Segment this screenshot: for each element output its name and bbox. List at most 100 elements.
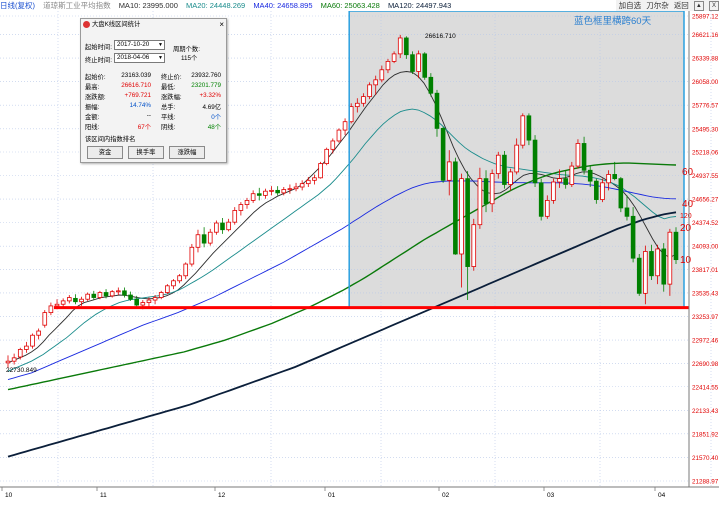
stat-label: 涨跌额: (85, 94, 106, 101)
candle-body (103, 292, 109, 297)
start-time-select[interactable]: 2017-10-20 ▼ (114, 40, 165, 50)
candle-body (189, 246, 195, 265)
candle-body (440, 127, 446, 181)
candle-body (422, 53, 428, 78)
candle-body (73, 297, 78, 303)
range-stats-dialog[interactable]: 大盘K线区间统计 × 起始时间: 2017-10-20 ▼ 终止时间: 2018-… (80, 18, 227, 163)
candle-body (502, 154, 507, 185)
candle-body (649, 251, 654, 277)
candle-body (624, 207, 630, 217)
candle-body (385, 61, 391, 71)
switch-button[interactable]: 刀尔杂 (646, 1, 669, 10)
candle-body (630, 215, 636, 259)
candle-body (220, 222, 225, 231)
stat-value: 0个 (211, 114, 221, 121)
candle-body (495, 154, 501, 175)
candle-body (606, 174, 611, 184)
candle-body (446, 161, 452, 181)
y-tick-label: 26058.00 (692, 79, 719, 86)
x-tick-label: 11 (100, 492, 107, 499)
start-time-value: 2017-10-20 (117, 41, 150, 48)
candle-body (281, 189, 287, 194)
dialog-titlebar[interactable]: 大盘K线区间统计 × (81, 19, 226, 30)
candle-body (557, 178, 562, 183)
stat-label: 最低: (161, 84, 176, 91)
candle-body (618, 178, 624, 209)
candle-body (109, 291, 115, 297)
candle-body (97, 292, 103, 298)
candle (367, 82, 372, 100)
candle (42, 310, 48, 328)
period-label[interactable]: 日线(复权) (0, 1, 35, 10)
candle-body (177, 275, 182, 282)
period-count-value: 115个 (181, 55, 198, 62)
return-button[interactable]: 返回 (674, 1, 689, 10)
candle-body (275, 189, 280, 194)
y-tick-label: 25897.12 (692, 14, 719, 21)
ma10-label: MA10: 23995.000 (118, 1, 178, 10)
candle-body (416, 53, 421, 72)
candle (189, 243, 195, 267)
candle-body (581, 143, 587, 171)
candle-body (587, 169, 593, 182)
candle-body (24, 345, 29, 350)
stat-value: 23163.039 (121, 72, 151, 79)
candle-body (214, 222, 219, 233)
low-marker: 22730.849 (6, 367, 37, 374)
indicator-name: 道琼斯工业平均指数 (43, 1, 111, 10)
candle-body (563, 178, 568, 185)
ma-value-label: 10 (680, 255, 692, 266)
candle-body (428, 76, 434, 94)
candle-body (134, 298, 139, 306)
candle (422, 52, 428, 80)
stat-value: 48个 (207, 124, 221, 131)
candle-body (643, 251, 648, 294)
end-time-value: 2018-04-06 (117, 54, 150, 61)
change-button[interactable]: 涨跌幅 (169, 146, 205, 159)
candle-body (207, 231, 213, 244)
candle-body (361, 96, 366, 104)
candle (538, 178, 544, 221)
end-time-label: 终止时间: (85, 57, 112, 64)
dialog-title: 大盘K线区间统计 (92, 21, 141, 28)
app-icon (83, 21, 90, 28)
candle (520, 113, 526, 149)
candle-body (152, 297, 158, 301)
candle-body (367, 84, 372, 97)
candle-body (673, 231, 679, 261)
ma60-label: MA60: 25063.428 (320, 1, 380, 10)
y-tick-label: 24937.55 (692, 173, 719, 180)
end-time-select[interactable]: 2018-04-06 ▼ (114, 53, 165, 63)
stat-value: -- (146, 112, 151, 119)
turnover-button[interactable]: 换手率 (128, 146, 164, 159)
candle (30, 333, 35, 349)
add-favorite-button[interactable]: 加自选 (619, 1, 642, 10)
candle-body (410, 54, 415, 72)
capital-button[interactable]: 资金 (87, 146, 123, 159)
candle (324, 147, 329, 166)
ma120-label: MA120: 24497.943 (387, 1, 452, 10)
close-icon[interactable]: X (709, 1, 719, 12)
candle-body (483, 178, 489, 205)
candle-body (17, 349, 23, 358)
ma20-label: MA20: 24448.269 (186, 1, 246, 10)
stat-value: 26616.710 (121, 82, 151, 89)
candle (502, 151, 507, 189)
candle-body (520, 115, 526, 146)
y-tick-label: 22972.46 (692, 338, 719, 345)
candle-body (575, 143, 581, 167)
candle-body (250, 193, 256, 201)
x-tick-label: 10 (5, 492, 13, 499)
candle (618, 176, 624, 213)
start-time-label: 起始时间: (85, 44, 112, 51)
scroll-up-icon[interactable]: ▲ (693, 1, 704, 12)
candle-body (299, 183, 305, 188)
stat-label: 起始价: (85, 74, 106, 81)
candle-body (85, 293, 90, 300)
candle-body (256, 193, 262, 196)
candle-body (594, 180, 599, 200)
y-tick-label: 21570.40 (692, 455, 719, 462)
candle (532, 135, 538, 188)
candle-body (293, 186, 299, 190)
dialog-close-icon[interactable]: × (219, 19, 224, 30)
